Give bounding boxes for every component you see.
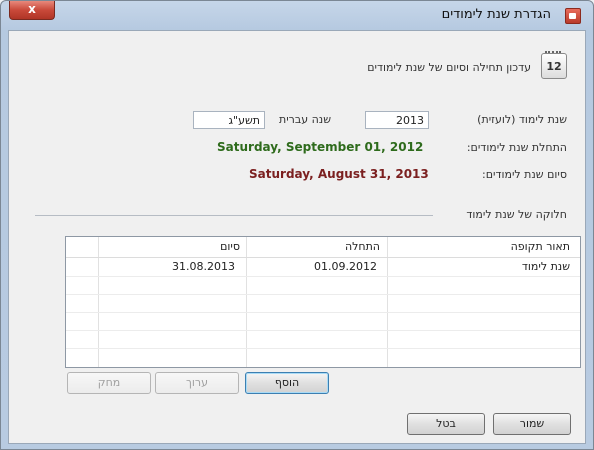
edit-button[interactable]: ערוך [155,372,239,394]
dialog-body: 12 עדכון תחילה וסיום של שנת לימודים שנת … [8,30,586,444]
window-title: הגדרת שנת לימודים [441,7,551,22]
save-button[interactable]: שמור [493,413,571,435]
close-icon[interactable]: x [28,2,36,16]
hebrew-year-input[interactable]: תשע"ג [193,111,265,129]
periods-table[interactable]: תאור תקופה התחלה סיום שנת לימוד 01.09.20… [65,236,581,368]
section-divider [35,215,433,216]
calendar-icon: 12 [541,51,567,79]
table-row-start[interactable]: 01.09.2012 [314,258,377,276]
table-row-description[interactable]: שנת לימוד [522,258,570,276]
end-date-value: Saturday, August 31, 2013 [249,167,429,181]
school-year-input[interactable]: 2013 [365,111,429,129]
app-icon [565,8,581,24]
school-year-label: שנת לימוד (לועזית) [477,113,567,126]
delete-button[interactable]: מחק [67,372,151,394]
dialog-description: עדכון תחילה וסיום של שנת לימודים [367,61,531,74]
cancel-button[interactable]: בטל [407,413,485,435]
start-date-value: Saturday, September 01, 2012 [217,140,424,154]
title-bar[interactable]: x הגדרת שנת לימודים [1,1,591,29]
close-button[interactable]: x [9,1,55,20]
table-row-end[interactable]: 31.08.2013 [172,258,235,276]
section-title: חלוקה של שנת לימוד [466,208,567,221]
column-header-description[interactable]: תאור תקופה [511,238,570,256]
start-date-label: התחלת שנת לימודים: [466,141,567,154]
hebrew-year-label: שנה עברית [278,113,331,126]
column-header-end[interactable]: סיום [220,238,240,256]
column-header-start[interactable]: התחלה [345,238,380,256]
end-date-label: סיום שנת לימודים: [482,168,567,181]
add-button[interactable]: הוסף [245,372,329,394]
table-header [66,237,580,258]
